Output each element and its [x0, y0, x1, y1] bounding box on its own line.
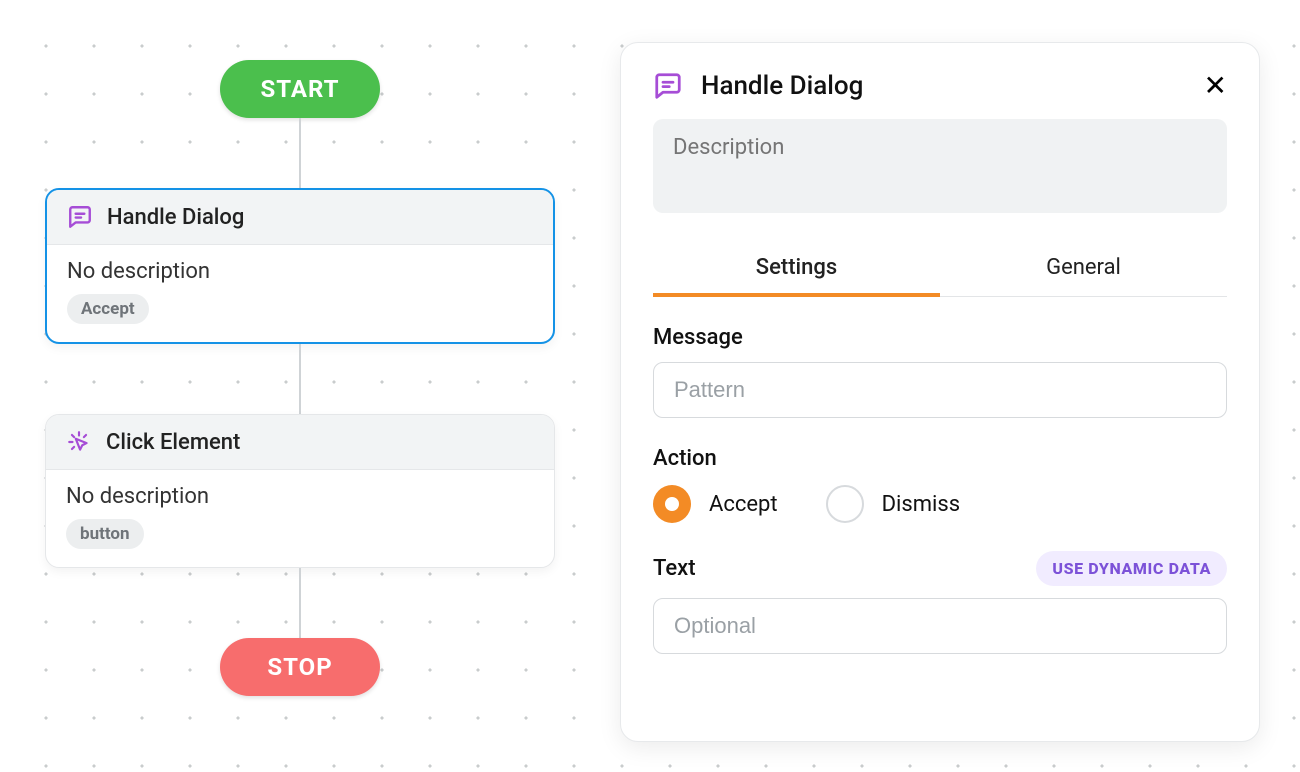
- message-square-icon: [653, 71, 683, 101]
- node-tag: Accept: [67, 294, 149, 324]
- node-header: Click Element: [46, 415, 554, 470]
- radio-circle-icon: [826, 485, 864, 523]
- node-body: No description button: [46, 470, 554, 567]
- message-square-icon: [67, 204, 93, 230]
- stop-node[interactable]: STOP: [220, 638, 380, 696]
- node-description: No description: [67, 259, 533, 284]
- text-input[interactable]: [653, 598, 1227, 654]
- radio-dismiss[interactable]: Dismiss: [826, 485, 961, 523]
- node-title: Handle Dialog: [107, 205, 244, 230]
- panel-header: Handle Dialog ✕: [653, 71, 1227, 101]
- connector: [299, 568, 301, 638]
- workflow-canvas[interactable]: START Handle Dialog No description Accep…: [0, 0, 1300, 772]
- description-input[interactable]: [653, 119, 1227, 213]
- message-label: Message: [653, 325, 1227, 350]
- tab-general[interactable]: General: [940, 243, 1227, 296]
- node-title: Click Element: [106, 430, 240, 455]
- mouse-click-icon: [66, 429, 92, 455]
- node-tag: button: [66, 519, 144, 549]
- message-input[interactable]: [653, 362, 1227, 418]
- text-label-row: Text USE DYNAMIC DATA: [653, 551, 1227, 586]
- text-label: Text: [653, 556, 696, 581]
- action-label: Action: [653, 446, 1227, 471]
- properties-panel: Handle Dialog ✕ Settings General Message…: [620, 42, 1260, 742]
- close-icon[interactable]: ✕: [1204, 72, 1227, 100]
- panel-tabs: Settings General: [653, 243, 1227, 297]
- node-click-element[interactable]: Click Element No description button: [45, 414, 555, 568]
- connector: [299, 118, 301, 188]
- radio-label: Dismiss: [882, 492, 961, 517]
- connector: [299, 344, 301, 414]
- action-radios: Accept Dismiss: [653, 485, 1227, 523]
- stop-label: STOP: [267, 653, 332, 681]
- start-label: START: [260, 75, 339, 103]
- node-description: No description: [66, 484, 534, 509]
- radio-circle-icon: [653, 485, 691, 523]
- node-body: No description Accept: [47, 245, 553, 342]
- panel-title: Handle Dialog: [701, 71, 1186, 101]
- radio-label: Accept: [709, 492, 778, 517]
- radio-accept[interactable]: Accept: [653, 485, 778, 523]
- node-handle-dialog[interactable]: Handle Dialog No description Accept: [45, 188, 555, 344]
- start-node[interactable]: START: [220, 60, 380, 118]
- use-dynamic-data-button[interactable]: USE DYNAMIC DATA: [1036, 551, 1227, 586]
- flow-column: START Handle Dialog No description Accep…: [0, 60, 600, 696]
- node-header: Handle Dialog: [47, 190, 553, 245]
- tab-settings[interactable]: Settings: [653, 243, 940, 296]
